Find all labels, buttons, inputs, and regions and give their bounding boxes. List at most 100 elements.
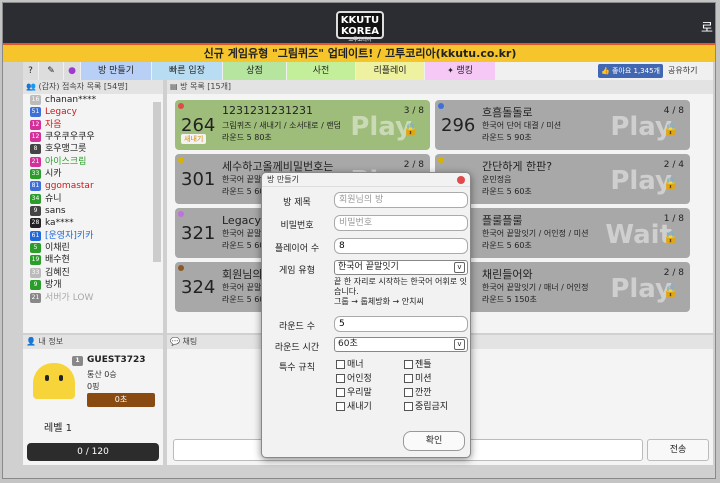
user-list-item[interactable]: 9 sans <box>23 205 163 217</box>
ranking-button[interactable]: ✦ 랭킹 <box>425 62 495 80</box>
user-list-item[interactable]: 34 슈니 <box>23 193 163 205</box>
like-thumb-icon: 👍 <box>601 67 612 75</box>
room-mode: 운민정음 <box>482 175 512 184</box>
shop-button[interactable]: 상점 <box>223 62 286 80</box>
round-time-select[interactable]: 60초 v <box>334 337 468 352</box>
rule-checkbox[interactable]: 매너 <box>336 357 364 370</box>
chevron-down-icon: v <box>454 262 465 273</box>
user-list-item[interactable]: 33 김혜진 <box>23 267 163 279</box>
rule-label: 중립금지 <box>415 402 449 412</box>
rounds-input[interactable] <box>334 316 468 332</box>
user-list-item[interactable]: 81 ggomastar <box>23 180 163 192</box>
room-status-dot <box>438 157 444 163</box>
room-card[interactable]: Play 채린들어와 한국어 끝말잇기 / 매너 / 어인정 라운드 5 150초 2 … <box>435 262 690 312</box>
rule-label: 우리말 <box>347 388 372 398</box>
help-icon[interactable]: ? <box>23 62 38 80</box>
room-rounds-time: 라운드 5 60초 <box>482 187 532 196</box>
user-list-item[interactable]: 19 배수현 <box>23 254 163 266</box>
room-number: 324 <box>181 277 216 298</box>
user-name: chanan**** <box>45 95 97 105</box>
lock-icon: 🔒 <box>663 122 678 136</box>
user-list-item[interactable]: 12 쿠우쿠우쿠우 <box>23 131 163 143</box>
player-name: GUEST3723 <box>87 355 146 365</box>
room-mode: 한국어 단어 대결 / 미션 <box>482 121 562 130</box>
rule-checkbox[interactable]: 깐깐 <box>404 385 432 398</box>
room-number: 296 <box>441 115 476 136</box>
make-room-button[interactable]: 방 만들기 <box>81 62 151 80</box>
top-bar: KKUTU KOREA 끄투코리아 로 <box>3 3 715 43</box>
user-list-item[interactable]: 51 Legacy <box>23 106 163 118</box>
user-list-item[interactable]: 21 아이스크림 <box>23 156 163 168</box>
chevron-down-icon: v <box>454 339 465 350</box>
user-name: 방개 <box>45 280 62 291</box>
user-list-item[interactable]: 8 호우맹그릇 <box>23 143 163 155</box>
checkbox-box[interactable] <box>336 360 345 369</box>
room-rounds-time: 라운드 5 150초 <box>482 295 537 304</box>
game-type-value: 한국어 끝말잇기 <box>338 262 399 272</box>
close-icon[interactable] <box>457 176 465 184</box>
user-name: [운영자]키카 <box>45 230 94 241</box>
room-mode: 한국어 끝말잇기 / 어인정 / 미션 <box>482 229 589 238</box>
ranking-label: 랭킹 <box>456 66 473 76</box>
user-list-item[interactable]: 5 이채린 <box>23 242 163 254</box>
room-card[interactable]: Play 간단하게 한판? 운민정음 라운드 5 60초 2 / 4 🔒 <box>435 154 690 204</box>
kkutu-logo[interactable]: KKUTU KOREA 끄투코리아 <box>336 11 384 43</box>
share-button[interactable]: 공유하기 <box>668 62 697 80</box>
room-rounds-time: 라운드 5 80초 <box>222 133 272 142</box>
password-input[interactable] <box>334 215 468 231</box>
rule-checkbox[interactable]: 어인정 <box>336 371 372 384</box>
checkbox-box[interactable] <box>404 360 413 369</box>
room-player-count: 2 / 8 <box>403 160 424 170</box>
user-list-item[interactable]: 28 ka**** <box>23 217 163 229</box>
user-list-item[interactable]: 16 chanan**** <box>23 94 163 106</box>
game-type-label: 게임 유형 <box>279 266 315 276</box>
menu-bar: ? ✎ ● 방 만들기 빠른 입장 상점 사전 리플레이 ✦ 랭킹 👍 좋아요 … <box>23 62 713 80</box>
rule-checkbox[interactable]: 젠틀 <box>404 357 432 370</box>
room-list-title: 방 목록 [15개] <box>180 82 232 91</box>
user-level-badge: 12 <box>30 119 41 130</box>
facebook-like-button[interactable]: 👍 좋아요 1,345개 <box>598 64 663 78</box>
user-level-badge: 21 <box>30 292 41 303</box>
money-bar: 0초 <box>87 393 155 407</box>
room-card[interactable]: Play 264 1231231231231 그림퀴즈 / 새내기 / 소서대로 / … <box>175 100 430 150</box>
room-card[interactable]: Play 296 흐흠돌돌로 한국어 단어 대결 / 미션 라운드 5 90초 4 / 8… <box>435 100 690 150</box>
rule-checkbox[interactable]: 새내기 <box>336 399 372 412</box>
checkbox-box[interactable] <box>336 388 345 397</box>
send-button[interactable]: 전송 <box>647 439 709 461</box>
checkbox-box[interactable] <box>404 402 413 411</box>
user-level-badge: 21 <box>30 156 41 167</box>
user-list-item[interactable]: 21 서버가 LOW <box>23 292 163 304</box>
checkbox-box[interactable] <box>404 374 413 383</box>
user-list-scrollbar[interactable] <box>153 102 161 262</box>
user-list-item[interactable]: 9 방개 <box>23 279 163 291</box>
players-input[interactable] <box>334 238 468 254</box>
replay-button[interactable]: 리플레이 <box>356 62 424 80</box>
room-mode: 그림퀴즈 / 새내기 / 소서대로 / 랜덤 <box>222 121 342 130</box>
rule-checkbox[interactable]: 우리말 <box>336 385 372 398</box>
player-ping: 0핑 <box>87 382 100 391</box>
game-type-select[interactable]: 한국어 끝말잇기 v <box>334 260 468 275</box>
dictionary-button[interactable]: 사전 <box>287 62 355 80</box>
room-card[interactable]: Wait 플룰플룰 한국어 끝말잇기 / 어인정 / 미션 라운드 5 60초 1 / … <box>435 208 690 258</box>
game-type-example: 그룹 → 룹체방화 → 안치씨 <box>334 297 424 306</box>
settings-icon[interactable]: ✎ <box>39 62 63 80</box>
room-rounds-time: 라운드 5 60초 <box>482 241 532 250</box>
rule-checkbox[interactable]: 중립금지 <box>404 399 448 412</box>
checkbox-box[interactable] <box>336 374 345 383</box>
user-list-item[interactable]: 12 자음 <box>23 119 163 131</box>
user-list-item[interactable]: 61 [운영자]키카 <box>23 230 163 242</box>
quick-join-button[interactable]: 빠른 입장 <box>152 62 222 80</box>
checkbox-box[interactable] <box>336 402 345 411</box>
chat-icon: 💬 <box>170 337 183 346</box>
user-name: 아이스크림 <box>45 156 87 167</box>
avatar-eye-left <box>45 375 49 381</box>
dialog-header: 방 만들기 <box>262 173 470 187</box>
rule-checkbox[interactable]: 미션 <box>404 371 432 384</box>
room-title-input[interactable] <box>334 192 468 208</box>
chat-bubble-icon[interactable]: ● <box>64 62 80 80</box>
user-level-badge: 12 <box>30 132 41 143</box>
confirm-button[interactable]: 확인 <box>403 431 465 451</box>
user-list-item[interactable]: 33 시카 <box>23 168 163 180</box>
rule-label: 깐깐 <box>415 388 432 398</box>
checkbox-box[interactable] <box>404 388 413 397</box>
